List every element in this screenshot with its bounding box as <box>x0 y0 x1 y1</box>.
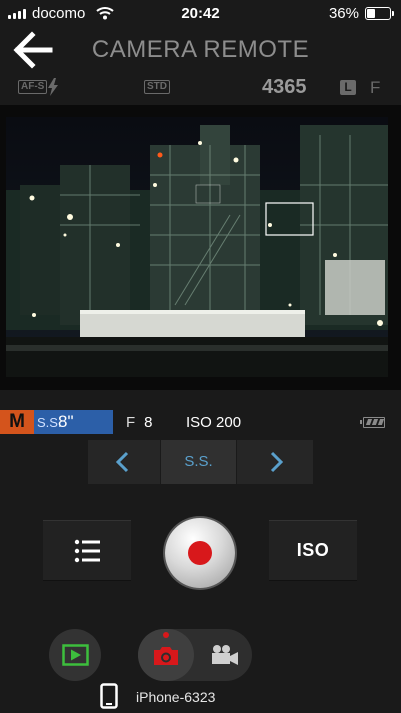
camera-info-strip: AF-S STD 4365 L F <box>0 76 401 100</box>
shutter-speed-display[interactable]: S.S. 8" <box>34 410 113 434</box>
photo-mode-button[interactable] <box>138 629 194 681</box>
focus-mode-chip: AF-S <box>18 80 48 94</box>
current-setting-label: S.S. <box>184 453 213 470</box>
flash-icon <box>48 78 58 96</box>
shutter-speed-value: 8" <box>58 412 74 431</box>
next-setting-button[interactable] <box>237 440 313 484</box>
image-quality: F <box>370 78 381 97</box>
menu-list-icon <box>74 539 100 563</box>
aperture-value: 8 <box>144 414 153 431</box>
chevron-left-icon <box>115 451 129 473</box>
exposure-mode-badge: M <box>0 410 34 434</box>
shots-remaining: 4365 <box>262 76 307 98</box>
play-icon <box>62 644 89 666</box>
device-name: iPhone-6323 <box>136 689 216 705</box>
image-size-chip: L <box>340 80 356 95</box>
page-title: CAMERA REMOTE <box>91 36 310 63</box>
signal-icon <box>8 9 26 19</box>
iso-label: ISO <box>186 414 212 431</box>
phone-icon <box>100 683 118 709</box>
shutter-button[interactable] <box>165 518 235 588</box>
aperture-display: F8 <box>126 414 153 431</box>
battery-icon <box>365 7 394 20</box>
battery-percent: 36% <box>328 5 359 22</box>
live-view[interactable] <box>0 105 401 390</box>
app-header: CAMERA REMOTE <box>0 28 401 72</box>
camera-battery-icon <box>360 417 385 428</box>
iso-value: 200 <box>216 414 242 431</box>
movie-mode-button[interactable] <box>196 629 252 681</box>
film-simulation-chip: STD <box>144 80 170 94</box>
current-setting-selector[interactable]: S.S. <box>161 440 236 484</box>
previous-setting-button[interactable] <box>88 440 160 484</box>
capture-mode-toggle <box>138 629 252 681</box>
aperture-label: F <box>126 414 136 431</box>
connected-device: iPhone-6323 <box>100 683 340 709</box>
playback-button[interactable] <box>49 629 101 681</box>
chevron-right-icon <box>270 451 284 473</box>
iso-button[interactable]: ISO <box>269 520 357 581</box>
iso-button-label: ISO <box>296 540 330 560</box>
live-view-image <box>6 117 388 377</box>
iso-display: ISO 200 <box>186 414 241 431</box>
carrier-name: docomo <box>32 5 86 22</box>
status-bar: docomo 20:42 36% <box>0 0 401 28</box>
wifi-icon <box>96 7 114 20</box>
shutter-icon <box>188 541 212 565</box>
movie-camera-icon <box>212 645 238 665</box>
camera-icon <box>154 647 178 665</box>
menu-button[interactable] <box>43 520 131 581</box>
record-indicator <box>163 632 169 638</box>
